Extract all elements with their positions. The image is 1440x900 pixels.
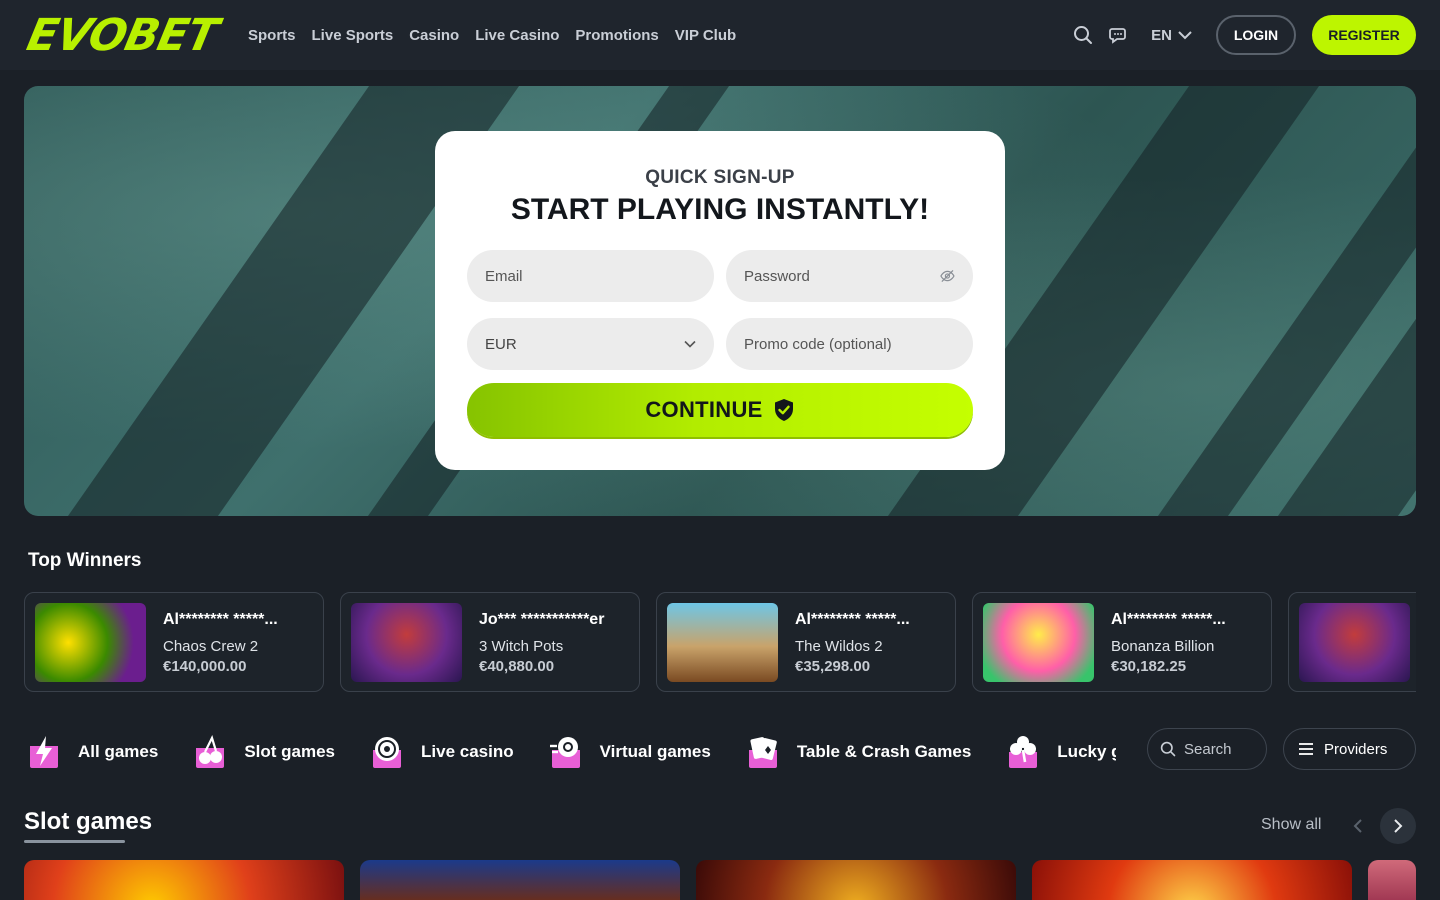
game-thumbnail [35, 603, 146, 682]
game-thumbnail [1299, 603, 1410, 682]
game-search-input[interactable] [1184, 740, 1264, 758]
slot-games-carousel [24, 860, 1416, 900]
password-field[interactable] [726, 250, 973, 302]
header-actions: EN LOGIN REGISTER [1061, 0, 1416, 70]
category-all-games[interactable]: All games [24, 732, 158, 772]
winner-amount: €30,182.25 [1111, 658, 1187, 675]
shield-check-icon [774, 399, 793, 421]
carousel-prev-button[interactable] [1340, 808, 1376, 844]
game-tile[interactable] [1368, 860, 1416, 900]
winner-name: Al******** *****... [1111, 611, 1226, 628]
register-button[interactable]: REGISTER [1312, 15, 1416, 55]
slot-games-title: Slot games [24, 808, 153, 835]
quick-signup-form: QUICK SIGN-UP START PLAYING INSTANTLY! E… [435, 131, 1005, 470]
top-header: EVOBET Sports Live Sports Casino Live Ca… [0, 0, 1440, 70]
winner-card[interactable]: Jo*** ***********er 3 Witch Pots €40,880… [340, 592, 640, 692]
chevron-right-icon [1394, 819, 1403, 833]
nav-live-casino[interactable]: Live Casino [475, 27, 559, 44]
winner-amount: €35,298.00 [795, 658, 871, 675]
virtual-ball-icon [549, 737, 580, 768]
language-selector[interactable]: EN [1151, 27, 1192, 44]
game-thumbnail [667, 603, 778, 682]
password-input[interactable] [744, 267, 941, 285]
winner-game: Bonanza Billion [1111, 638, 1215, 655]
carousel-next-button[interactable] [1380, 808, 1416, 844]
chat-icon[interactable] [1105, 21, 1133, 49]
lightning-icon [30, 736, 58, 768]
winner-amount: €140,000.00 [163, 658, 247, 675]
providers-button[interactable]: Providers [1283, 728, 1416, 770]
winner-card[interactable]: Al******** *****... The Wildos 2 €35,298… [656, 592, 956, 692]
game-thumbnail [351, 603, 462, 682]
winner-game: 3 Witch Pots [479, 638, 564, 655]
nav-live-sports[interactable]: Live Sports [312, 27, 394, 44]
menu-icon [1299, 743, 1313, 755]
top-winners-list: Al******** *****... Chaos Crew 2 €140,00… [24, 592, 1416, 692]
winner-name: Jo*** ***********er [479, 611, 605, 628]
category-slot-games[interactable]: Slot games [190, 732, 335, 772]
promo-code-input[interactable] [744, 335, 955, 353]
clover-icon [1009, 736, 1038, 768]
game-tile[interactable] [1032, 860, 1352, 900]
winner-card[interactable]: Al******** *****... Chaos Crew 2 €140,00… [24, 592, 324, 692]
game-thumbnail [983, 603, 1094, 682]
game-tile[interactable] [696, 860, 1016, 900]
category-virtual-games[interactable]: Virtual games [546, 732, 711, 772]
winner-game: The Wildos 2 [795, 638, 883, 655]
hero-banner: QUICK SIGN-UP START PLAYING INSTANTLY! E… [24, 86, 1416, 516]
nav-vip-club[interactable]: VIP Club [675, 27, 736, 44]
eye-off-icon[interactable] [940, 268, 955, 284]
login-button[interactable]: LOGIN [1216, 15, 1296, 55]
currency-value: EUR [485, 335, 517, 353]
evobet-logo[interactable]: EVOBET [23, 10, 222, 61]
category-live-casino[interactable]: Live casino [367, 732, 514, 772]
section-underline [24, 840, 125, 843]
cherries-icon [196, 735, 225, 768]
promo-code-field[interactable] [726, 318, 973, 370]
currency-select[interactable]: EUR [467, 318, 714, 370]
signup-subtitle: QUICK SIGN-UP [645, 167, 795, 188]
game-tile[interactable] [24, 860, 344, 900]
winner-card[interactable]: Al******** *****... Bonanza Billion €30,… [972, 592, 1272, 692]
roulette-icon [373, 737, 402, 768]
search-icon [1160, 741, 1176, 757]
nav-sports[interactable]: Sports [248, 27, 296, 44]
chevron-left-icon [1353, 819, 1362, 833]
main-nav: Sports Live Sports Casino Live Casino Pr… [248, 0, 736, 70]
continue-button[interactable]: CONTINUE [467, 383, 973, 437]
winner-game: Chaos Crew 2 [163, 638, 259, 655]
category-lucky-games[interactable]: Lucky games [1003, 732, 1116, 772]
top-winners-title: Top Winners [28, 550, 142, 571]
nav-promotions[interactable]: Promotions [575, 27, 658, 44]
game-tile[interactable] [360, 860, 680, 900]
email-field[interactable] [467, 250, 714, 302]
game-categories: All games Slot games Live casino Virtual… [24, 728, 1116, 776]
signup-title: START PLAYING INSTANTLY! [510, 193, 930, 226]
search-icon[interactable] [1069, 21, 1097, 49]
chevron-down-icon [1178, 31, 1192, 40]
email-input[interactable] [485, 267, 696, 285]
chevron-down-icon [684, 340, 696, 348]
game-search[interactable] [1147, 728, 1267, 770]
nav-casino[interactable]: Casino [409, 27, 459, 44]
winner-amount: €40,880.00 [479, 658, 555, 675]
playing-cards-icon [748, 737, 777, 768]
show-all-link[interactable]: Show all [1261, 816, 1321, 834]
winner-name: Al******** *****... [163, 611, 278, 628]
winner-name: Al******** *****... [795, 611, 910, 628]
category-table-crash-games[interactable]: Table & Crash Games [743, 732, 971, 772]
winner-card[interactable] [1288, 592, 1416, 692]
